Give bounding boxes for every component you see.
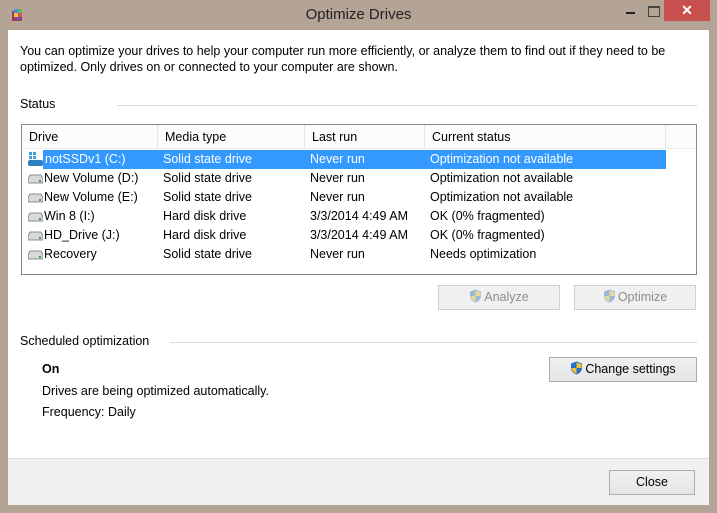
drive-row[interactable]: Win 8 (I:) Hard disk drive 3/3/2014 4:49 A… [22,207,666,226]
media-type: Hard disk drive [163,209,247,223]
last-run: Never run [310,152,365,166]
current-status: OK (0% fragmented) [430,228,545,242]
close-button[interactable]: Close [609,470,695,495]
uac-shield-icon [470,289,482,303]
media-type: Solid state drive [163,171,252,185]
column-header-last-run[interactable]: Last run [305,125,425,149]
uac-shield-icon [571,361,583,375]
analyze-label: Analyze [484,290,529,304]
uac-shield-icon [603,289,615,303]
last-run: Never run [310,247,365,261]
last-run: Never run [310,190,365,204]
drive-row[interactable]: New Volume (D:) Solid state drive Never ru… [22,169,666,188]
drives-list[interactable]: Drive Media type Last run Current status… [21,124,697,275]
media-type: Solid state drive [163,152,252,166]
last-run: Never run [310,171,365,185]
current-status: Optimization not available [430,190,574,204]
scheduled-divider [170,342,697,343]
drive-name: Win 8 (I:) [44,209,95,223]
column-header-drive[interactable]: Drive [22,125,158,149]
current-status: OK (0% fragmented) [430,209,545,223]
status-section-label: Status [20,97,56,111]
drive-icon [28,174,43,184]
change-settings-label: Change settings [585,362,676,376]
drive-name: New Volume (D:) [44,171,139,185]
close-icon: ✕ [681,2,693,18]
window-title: Optimize Drives [305,6,412,23]
dialog-body: You can optimize your drives to help you… [8,30,709,505]
dialog-footer: Close [8,458,709,505]
current-status: Optimization not available [430,171,574,185]
scheduled-section-label: Scheduled optimization [20,334,150,348]
schedule-state: On [42,362,60,376]
status-divider [117,105,697,106]
drive-name: notSSDv1 (C:) [45,152,126,166]
column-header-current-status[interactable]: Current status [425,125,666,149]
window-close-button[interactable]: ✕ [664,0,710,21]
media-type: Hard disk drive [163,228,247,242]
optimize-button[interactable]: Optimize [574,285,696,310]
drive-icon [28,250,43,260]
current-status: Optimization not available [430,152,574,166]
title-bar[interactable]: Optimize Drives ✕ [0,0,717,30]
optimize-label: Optimize [617,290,668,304]
drive-row[interactable]: Recovery Solid state drive Never run Needs … [22,245,666,264]
drive-icon [28,212,43,222]
system-drive-icon [28,152,43,166]
analyze-button[interactable]: Analyze [438,285,560,310]
change-settings-button[interactable]: Change settings [549,357,697,382]
list-header: Drive Media type Last run Current status [22,125,696,149]
drive-row[interactable]: notSSDv1 (C:) Solid state drive Never run O… [22,150,666,169]
media-type: Solid state drive [163,247,252,261]
column-header-media-type[interactable]: Media type [158,125,305,149]
schedule-frequency: Frequency: Daily [42,405,136,419]
last-run: 3/3/2014 4:49 AM [310,209,408,223]
media-type: Solid state drive [163,190,252,204]
drive-icon [28,231,43,241]
last-run: 3/3/2014 4:49 AM [310,228,408,242]
drive-name: New Volume (E:) [44,190,138,204]
drive-row[interactable]: HD_Drive (J:) Hard disk drive 3/3/2014 4:4… [22,226,666,245]
drive-icon [28,193,43,203]
drive-name: Recovery [44,247,97,261]
drive-row[interactable]: New Volume (E:) Solid state drive Never ru… [22,188,666,207]
drive-name: HD_Drive (J:) [44,228,120,242]
intro-text: You can optimize your drives to help you… [20,44,666,74]
optimize-drives-window: Optimize Drives ✕ You can optimize your … [0,0,717,513]
current-status: Needs optimization [430,247,537,261]
schedule-description: Drives are being optimized automatically… [42,384,269,398]
